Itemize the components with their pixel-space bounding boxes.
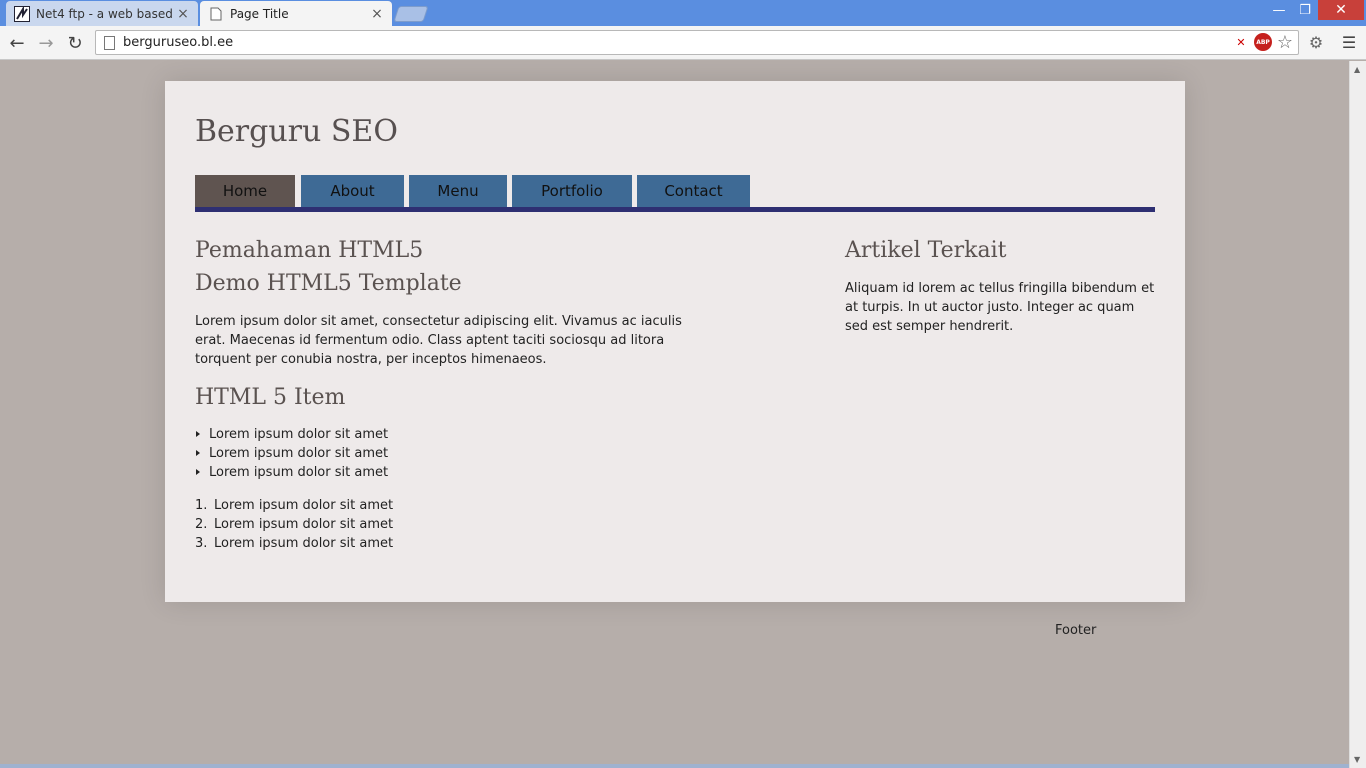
site-title: Berguru SEO: [195, 114, 398, 149]
close-icon[interactable]: ×: [176, 6, 190, 22]
address-bar[interactable]: [95, 30, 1299, 55]
nav-item-contact[interactable]: Contact: [637, 175, 750, 207]
bullet-list: Lorem ipsum dolor sit amet Lorem ipsum d…: [195, 425, 695, 482]
main-heading: Pemahaman HTML5: [195, 238, 424, 263]
ftp-favicon-icon: [14, 5, 30, 22]
list-item: Lorem ipsum dolor sit amet: [195, 444, 695, 463]
page-icon: [208, 6, 224, 22]
browser-titlebar: Net4 ftp - a web based FTP × Page Title …: [0, 0, 1366, 26]
nav-item-home[interactable]: Home: [195, 175, 295, 207]
main-column: Pemahaman HTML5 Demo HTML5 Template Lore…: [195, 234, 695, 553]
minimize-button[interactable]: —: [1266, 0, 1292, 20]
back-arrow-icon[interactable]: ←: [6, 32, 28, 54]
chevron-up-icon[interactable]: ▲: [1354, 65, 1360, 74]
list-item: 3. Lorem ipsum dolor sit amet: [195, 536, 394, 551]
list-item: Lorem ipsum dolor sit amet: [195, 425, 695, 444]
page-icon: [104, 35, 115, 50]
tab-page-title[interactable]: Page Title ×: [200, 1, 392, 26]
sidebar-text: Aliquam id lorem ac tellus fringilla bib…: [845, 281, 1155, 334]
list-item: Lorem ipsum dolor sit amet: [195, 463, 695, 482]
main-subheading: Demo HTML5 Template: [195, 271, 462, 296]
sidebar-heading: Artikel Terkait: [845, 238, 1007, 263]
tab-net4ftp[interactable]: Net4 ftp - a web based FTP ×: [6, 1, 198, 26]
blocked-popup-icon[interactable]: ✕: [1232, 33, 1250, 51]
nav-item-portfolio[interactable]: Portfolio: [512, 175, 632, 207]
window-close-button[interactable]: ✕: [1318, 0, 1364, 20]
sidebar: Artikel Terkait Aliquam id lorem ac tell…: [845, 234, 1160, 336]
list-item: 1. Lorem ipsum dolor sit amet: [195, 498, 394, 513]
bookmark-star-icon[interactable]: ☆: [1276, 32, 1294, 53]
reload-icon[interactable]: ↻: [64, 32, 86, 54]
taskbar-edge: [0, 764, 1349, 768]
forward-arrow-icon[interactable]: →: [35, 32, 57, 54]
adblock-icon[interactable]: ABP: [1254, 33, 1272, 51]
chevron-down-icon[interactable]: ▼: [1354, 755, 1360, 764]
page-container: Berguru SEO Home About Menu Portfolio Co…: [165, 81, 1185, 602]
tab-label: Page Title: [230, 6, 289, 21]
numbered-list: 1. Lorem ipsum dolor sit amet 2. Lorem ips…: [195, 496, 695, 553]
list-item: 2. Lorem ipsum dolor sit amet: [195, 517, 394, 532]
intro-paragraph: Lorem ipsum dolor sit amet, consectetur …: [195, 314, 682, 367]
scrollbar[interactable]: ▲ ▼: [1349, 61, 1366, 768]
nav-item-about[interactable]: About: [301, 175, 404, 207]
footer: Footer: [1055, 623, 1097, 638]
gear-icon[interactable]: ⚙: [1307, 33, 1325, 52]
restore-button[interactable]: ❐: [1292, 0, 1318, 20]
main-nav: Home About Menu Portfolio Contact: [195, 175, 1155, 212]
close-icon[interactable]: ×: [370, 6, 384, 22]
item-heading: HTML 5 Item: [195, 385, 346, 410]
nav-item-menu[interactable]: Menu: [409, 175, 507, 207]
tab-label: Net4 ftp - a web based FTP: [36, 6, 176, 21]
url-input[interactable]: [123, 35, 1298, 50]
new-tab-button[interactable]: [393, 6, 429, 22]
menu-icon[interactable]: ☰: [1340, 33, 1358, 52]
